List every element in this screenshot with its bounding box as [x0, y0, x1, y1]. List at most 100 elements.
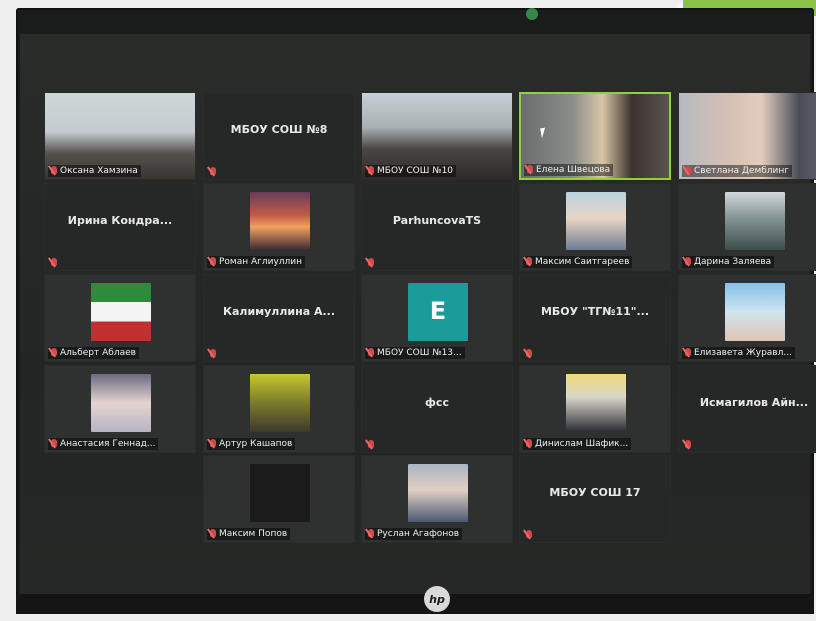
muted-mic-icon	[368, 348, 374, 356]
participant-name-label: Максим Попов	[207, 528, 291, 540]
participant-tile[interactable]: Руслан Агафонов	[361, 455, 513, 543]
participant-name: Оксана Хамзина	[60, 166, 138, 176]
participant-tile[interactable]: Максим Саитгареев	[519, 183, 671, 271]
participant-name: МБОУ СОШ №10	[377, 166, 454, 176]
hp-logo-icon: hp	[424, 586, 450, 612]
participant-name-label: Анастасия Геннад...	[48, 438, 159, 450]
monitor: Оксана Хамзина МБОУ СОШ №8 МБОУ СОШ №10 Еле…	[16, 8, 816, 614]
video-gallery: Оксана Хамзина МБОУ СОШ №8 МБОУ СОШ №10 Еле…	[20, 34, 816, 594]
participant-tile[interactable]: фсс	[361, 365, 513, 453]
participant-name-label: Светлана Демблинг	[682, 165, 793, 177]
muted-mic-icon	[368, 166, 374, 174]
participant-display-name: МБОУ "ТГ№11"...	[540, 305, 650, 318]
participant-name: Максим Саитгареев	[535, 257, 630, 267]
participant-name-label: Альберт Аблаев	[48, 347, 139, 359]
participant-name-label: МБОУ СОШ №13...	[365, 347, 465, 359]
participant-name: Максим Попов	[219, 529, 288, 539]
participant-display-name: МБОУ СОШ 17	[549, 486, 641, 499]
participant-name-label: Елена Швецова	[524, 164, 614, 176]
participant-avatar	[250, 192, 310, 250]
participant-tile[interactable]: Альберт Аблаев	[44, 274, 196, 362]
participant-name: МБОУ СОШ №13...	[377, 348, 462, 358]
participant-name: Светлана Демблинг	[694, 166, 790, 176]
muted-mic-icon	[368, 258, 374, 266]
participant-name: Альберт Аблаев	[60, 348, 136, 358]
participant-name-label: Руслан Агафонов	[365, 528, 463, 540]
participant-avatar	[250, 464, 310, 522]
muted-mic-icon	[368, 440, 374, 448]
muted-mic-icon	[685, 257, 691, 265]
participant-tile[interactable]: Ирина Кондра...	[44, 183, 196, 271]
participant-avatar	[725, 192, 785, 250]
participant-tile[interactable]: Анастасия Геннад...	[44, 365, 196, 453]
participant-name-label: Дарина Заляева	[682, 256, 775, 268]
participant-display-name: ParhuncovaTS	[392, 214, 482, 227]
monitor-bezel: hp	[16, 586, 814, 614]
participant-name: Руслан Агафонов	[377, 529, 460, 539]
participant-avatar	[408, 464, 468, 522]
participant-tile[interactable]: Дарина Заляева	[678, 183, 816, 271]
participant-tile[interactable]: ParhuncovaTS	[361, 183, 513, 271]
muted-mic-icon	[685, 440, 691, 448]
participant-tile[interactable]: Елена Швецова	[519, 92, 671, 180]
participant-avatar	[566, 374, 626, 432]
participant-name-label: Роман Аглиуллин	[207, 256, 306, 268]
participant-name: Роман Аглиуллин	[219, 257, 303, 267]
muted-mic-icon	[210, 529, 216, 537]
camera-indicator-icon	[526, 8, 538, 20]
muted-mic-icon	[210, 257, 216, 265]
participant-avatar	[91, 283, 151, 341]
muted-mic-icon	[526, 439, 532, 447]
muted-mic-icon	[368, 529, 374, 537]
participant-tile[interactable]: Исмагилов Айн...	[678, 365, 816, 453]
participant-tile[interactable]: Елизавета Журавл...	[678, 274, 816, 362]
participant-display-name: Калимуллина А...	[222, 305, 336, 318]
participant-tile[interactable]: Оксана Хамзина	[44, 92, 196, 180]
participant-tile[interactable]: МБОУ СОШ №8	[203, 92, 355, 180]
muted-mic-icon	[210, 167, 216, 175]
participant-name: Артур Кашапов	[219, 439, 293, 449]
muted-mic-icon	[685, 348, 691, 356]
participant-name: Анастасия Геннад...	[60, 439, 156, 449]
muted-mic-icon	[526, 349, 532, 357]
participant-name-label: Максим Саитгареев	[523, 256, 633, 268]
participant-tile[interactable]: МБОУ "ТГ№11"...	[519, 274, 671, 362]
muted-mic-icon	[526, 530, 532, 538]
participant-tile[interactable]: МБОУ СОШ 17	[519, 455, 671, 543]
participant-name-label: Елизавета Журавл...	[682, 347, 795, 359]
participant-name: Елизавета Журавл...	[694, 348, 792, 358]
photo-frame: Оксана Хамзина МБОУ СОШ №8 МБОУ СОШ №10 Еле…	[0, 0, 816, 621]
participant-tile[interactable]: Артур Кашапов	[203, 365, 355, 453]
participant-avatar	[91, 374, 151, 432]
participant-avatar: E	[408, 283, 468, 341]
participant-tile[interactable]: E МБОУ СОШ №13...	[361, 274, 513, 362]
participant-name: Динислам Шафик...	[535, 439, 629, 449]
participant-avatar	[725, 283, 785, 341]
participant-display-name: фсс	[425, 396, 449, 409]
muted-mic-icon	[51, 439, 57, 447]
participant-name: Дарина Заляева	[694, 257, 772, 267]
participant-display-name: Исмагилов Айн...	[699, 396, 809, 409]
avatar-letter: E	[429, 297, 447, 325]
participant-name-label: Оксана Хамзина	[48, 165, 141, 177]
participant-tile[interactable]: МБОУ СОШ №10	[361, 92, 513, 180]
participant-tile[interactable]: Роман Аглиуллин	[203, 183, 355, 271]
participant-tile[interactable]: Максим Попов	[203, 455, 355, 543]
participant-name-label: МБОУ СОШ №10	[365, 165, 457, 177]
muted-mic-icon	[210, 349, 216, 357]
participant-tile[interactable]: Светлана Демблинг	[678, 92, 816, 180]
muted-mic-icon	[527, 165, 533, 173]
muted-mic-icon	[210, 439, 216, 447]
muted-mic-icon	[526, 257, 532, 265]
muted-mic-icon	[51, 166, 57, 174]
participant-tile[interactable]: Калимуллина А...	[203, 274, 355, 362]
participant-name: Елена Швецова	[536, 165, 611, 175]
participant-display-name: Ирина Кондра...	[67, 214, 173, 227]
participant-display-name: МБОУ СОШ №8	[230, 123, 328, 136]
participant-tile[interactable]: Динислам Шафик...	[519, 365, 671, 453]
muted-mic-icon	[51, 258, 57, 266]
participant-avatar	[250, 374, 310, 432]
muted-mic-icon	[685, 166, 691, 174]
muted-mic-icon	[51, 348, 57, 356]
participant-name-label: Артур Кашапов	[207, 438, 296, 450]
